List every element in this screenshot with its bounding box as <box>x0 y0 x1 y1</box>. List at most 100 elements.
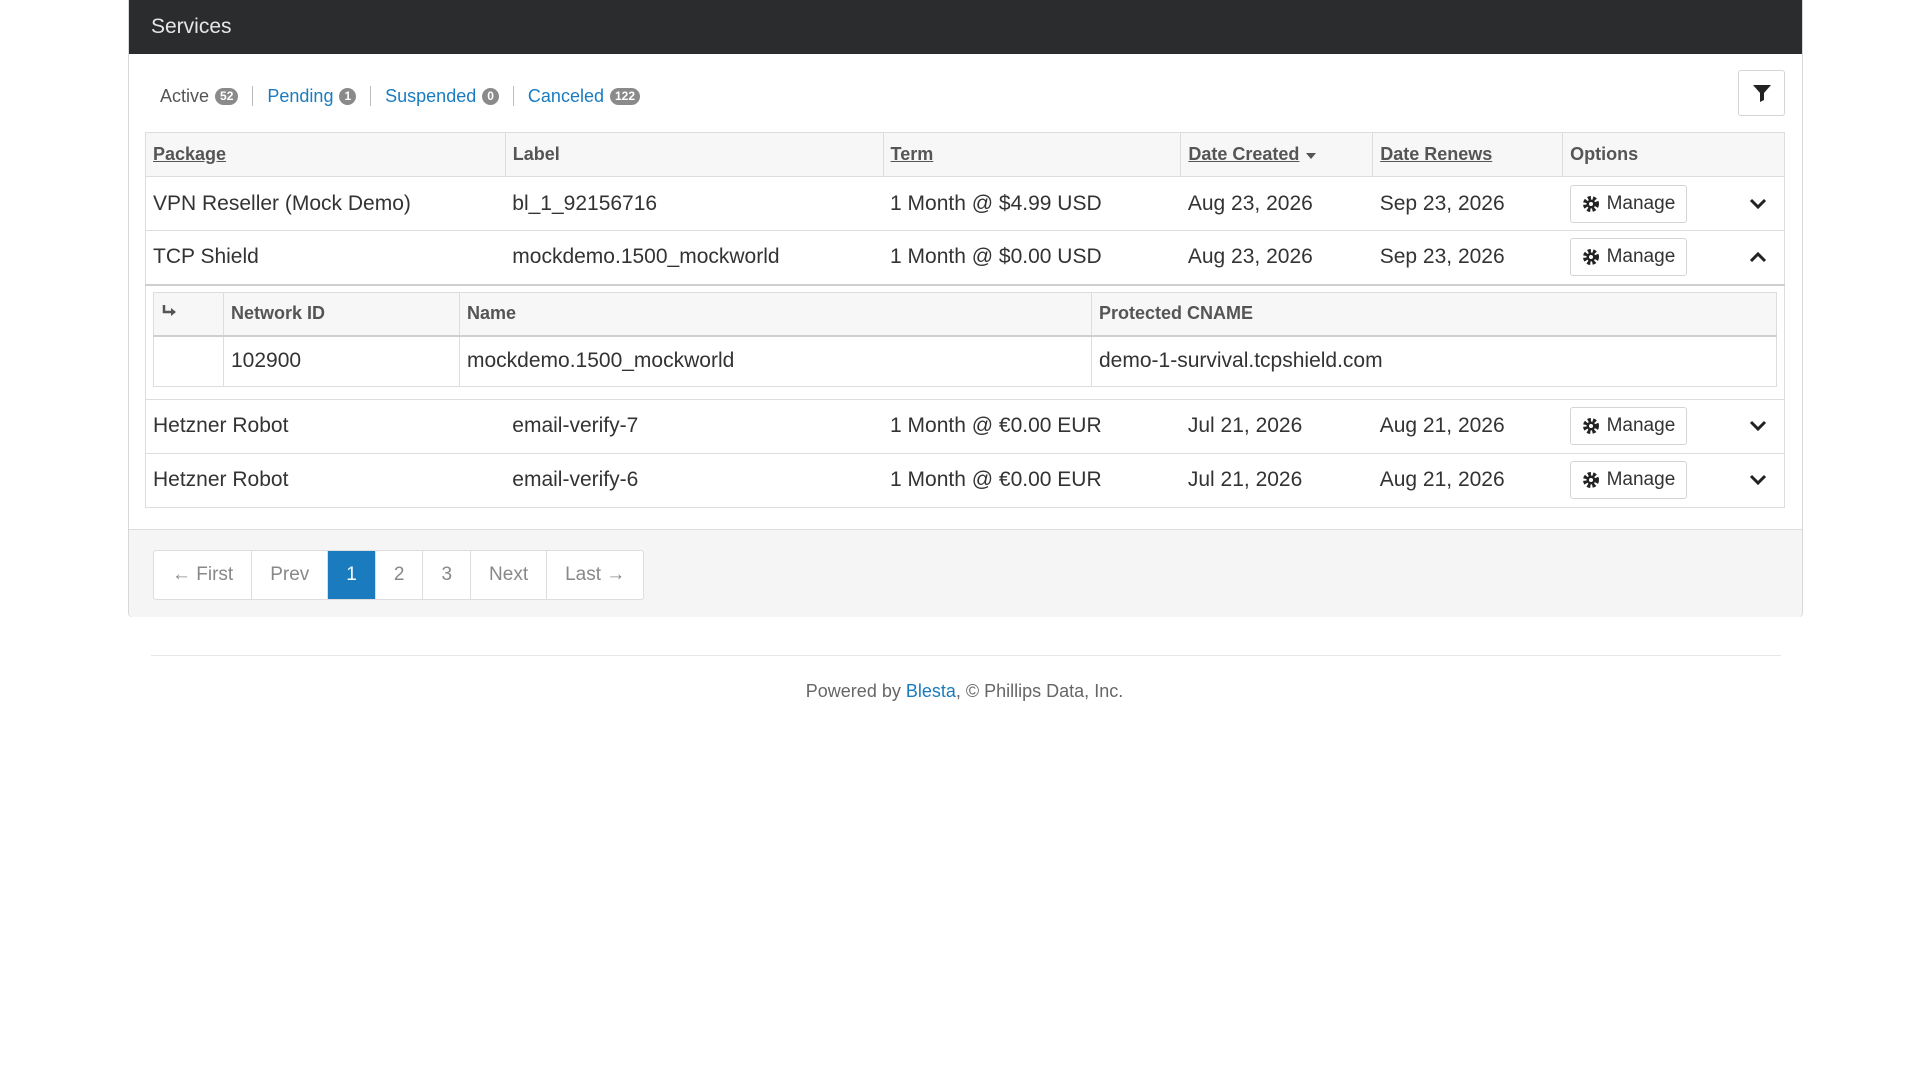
manage-label: Manage <box>1606 246 1676 268</box>
tab-label: Suspended <box>385 85 477 106</box>
divider <box>370 86 372 106</box>
tab-label: Active <box>160 85 210 106</box>
cell-term: 1 Month @ €0.00 EUR <box>883 452 1181 508</box>
detail-data-row: 102900 mockdemo.1500_mockworld demo-1-su… <box>153 335 1777 387</box>
table-row[interactable]: VPN Reseller (Mock Demo) bl_1_92156716 1… <box>145 176 1785 231</box>
cell-package: VPN Reseller (Mock Demo) <box>145 176 506 231</box>
header-options: Options <box>1562 132 1785 177</box>
header-label: Label <box>504 132 884 177</box>
manage-label: Manage <box>1606 415 1676 436</box>
cell-date-created: Jul 21, 2026 <box>1180 398 1373 454</box>
cell-date-created: Aug 23, 2026 <box>1180 176 1373 231</box>
manage-label: Manage <box>1606 469 1676 490</box>
tab-suspended[interactable]: Suspended 0 <box>385 86 499 107</box>
cell-date-renews: Aug 21, 2026 <box>1372 398 1563 454</box>
sort-date-created-link[interactable]: Date Created <box>1188 144 1299 164</box>
filter-icon <box>1752 85 1771 102</box>
tab-active[interactable]: Active 52 <box>160 85 239 107</box>
cell-expand <box>1732 176 1785 231</box>
tab-label: Pending <box>267 85 334 106</box>
cell-options: Manage <box>1562 230 1733 285</box>
footer-prefix: Powered by <box>805 681 906 701</box>
cell-date-renews: Aug 21, 2026 <box>1372 452 1563 508</box>
filter-button[interactable] <box>1738 70 1785 116</box>
cell-date-renews: Sep 23, 2026 <box>1372 176 1563 231</box>
footer-suffix: , © Phillips Data, Inc. <box>955 681 1124 701</box>
sort-date-renews-link[interactable]: Date Renews <box>1380 144 1492 164</box>
header-date-created[interactable]: Date Created <box>1180 132 1374 177</box>
gear-icon <box>1582 472 1599 488</box>
cell-package: Hetzner Robot <box>145 398 506 454</box>
table-row[interactable]: Hetzner Robot email-verify-6 1 Month @ €… <box>145 452 1785 508</box>
detail-row: Network ID Name Protected CNAME 102900 m… <box>145 283 1785 400</box>
cell-network-id: 102900 <box>223 335 460 387</box>
gear-icon <box>1582 418 1599 434</box>
header-network-id: Network ID <box>223 291 460 337</box>
chevron-down-icon[interactable] <box>1749 420 1767 432</box>
detail-header-row: Network ID Name Protected CNAME <box>153 291 1777 337</box>
count-badge: 1 <box>339 87 357 105</box>
cell-options: Manage <box>1562 452 1733 508</box>
panel-body: Active 52 Pending 1 Suspended 0 Canceled… <box>129 54 1802 529</box>
page-1-button[interactable]: 1 <box>327 551 375 599</box>
page-first-button[interactable]: ← First <box>154 551 251 599</box>
manage-button[interactable]: Manage <box>1569 407 1688 445</box>
services-table: Package Label Term Date Created Date Ren… <box>145 132 1785 508</box>
services-panel: Services Active 52 Pending 1 Suspended 0… <box>128 0 1803 617</box>
header-name: Name <box>459 291 1092 337</box>
gear-icon <box>1582 249 1599 266</box>
page-3-button[interactable]: 3 <box>422 551 470 599</box>
manage-button[interactable]: Manage <box>1569 184 1688 223</box>
cell-label: email-verify-6 <box>505 452 884 508</box>
count-badge: 52 <box>215 87 239 105</box>
divider <box>252 86 254 106</box>
chevron-down-icon[interactable] <box>1749 198 1767 210</box>
header-date-renews[interactable]: Date Renews <box>1372 132 1564 177</box>
header-term[interactable]: Term <box>882 132 1182 177</box>
cell-options: Manage <box>1562 176 1733 231</box>
tab-label: Canceled <box>527 85 604 106</box>
detail-header-icon-cell <box>153 291 224 337</box>
table-row[interactable]: Hetzner Robot email-verify-7 1 Month @ €… <box>145 398 1785 454</box>
manage-button[interactable]: Manage <box>1569 461 1688 499</box>
cell-date-created: Aug 23, 2026 <box>1180 230 1373 285</box>
tab-canceled[interactable]: Canceled 122 <box>527 85 641 107</box>
count-badge: 0 <box>482 87 499 105</box>
table-row[interactable]: TCP Shield mockdemo.1500_mockworld 1 Mon… <box>145 230 1785 285</box>
cell-protected-cname: demo-1-survival.tcpshield.com <box>1091 335 1777 387</box>
cell-label: bl_1_92156716 <box>505 176 884 231</box>
page-prev-button[interactable]: Prev <box>251 551 327 599</box>
header-package[interactable]: Package <box>145 132 506 177</box>
cell-term: 1 Month @ $4.99 USD <box>883 176 1181 231</box>
detail-empty-cell <box>153 335 224 387</box>
blesta-link[interactable]: Blesta <box>906 681 956 701</box>
tab-pending[interactable]: Pending 1 <box>267 85 357 107</box>
detail-cell: Network ID Name Protected CNAME 102900 m… <box>145 283 1785 400</box>
cell-date-created: Jul 21, 2026 <box>1180 452 1373 508</box>
detail-table: Network ID Name Protected CNAME 102900 m… <box>153 291 1777 387</box>
gear-icon <box>1582 195 1599 212</box>
chevron-up-icon[interactable] <box>1749 251 1767 263</box>
sort-term-link[interactable]: Term <box>891 144 934 164</box>
page-last-button[interactable]: Last → <box>546 551 643 599</box>
panel-footer: ← First Prev 1 2 3 Next Last → <box>129 529 1802 617</box>
cell-term: 1 Month @ $0.00 USD <box>883 230 1181 285</box>
sort-package-link[interactable]: Package <box>153 144 226 164</box>
pagination: ← First Prev 1 2 3 Next Last → <box>153 550 645 600</box>
cell-expand <box>1732 398 1785 454</box>
page-next-button[interactable]: Next <box>470 551 546 599</box>
chevron-down-icon[interactable] <box>1749 474 1767 486</box>
header-protected-cname: Protected CNAME <box>1091 291 1777 337</box>
cell-term: 1 Month @ €0.00 EUR <box>883 398 1181 454</box>
cell-package: Hetzner Robot <box>145 452 506 508</box>
manage-button[interactable]: Manage <box>1569 238 1688 277</box>
footer-divider <box>151 655 1781 656</box>
cell-expand <box>1732 230 1785 285</box>
manage-label: Manage <box>1606 192 1676 214</box>
panel-title: Services <box>129 0 1802 54</box>
cell-expand <box>1732 452 1785 508</box>
cell-options: Manage <box>1562 398 1733 454</box>
count-badge: 122 <box>609 87 641 105</box>
page-2-button[interactable]: 2 <box>374 551 423 599</box>
sort-desc-icon <box>1306 153 1317 159</box>
